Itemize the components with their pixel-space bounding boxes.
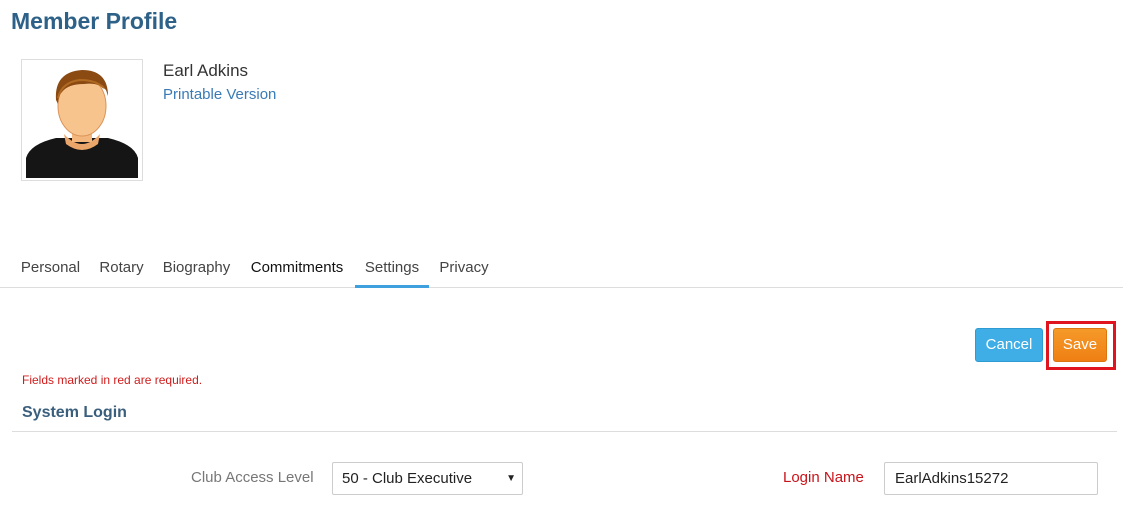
tab-commitments[interactable]: Commitments <box>241 250 353 288</box>
tab-privacy[interactable]: Privacy <box>431 250 497 288</box>
section-divider <box>12 431 1117 432</box>
required-fields-note: Fields marked in red are required. <box>22 373 203 387</box>
club-access-level-label: Club Access Level <box>191 469 314 486</box>
tab-biography[interactable]: Biography <box>154 250 239 288</box>
profile-tabs: Personal Rotary Biography Commitments Se… <box>0 250 1123 288</box>
login-name-label: Login Name <box>783 469 864 486</box>
dropdown-caret-icon: ▼ <box>506 473 516 484</box>
tab-personal[interactable]: Personal <box>12 250 89 288</box>
login-name-input[interactable] <box>884 462 1098 495</box>
save-button-highlight <box>1046 321 1116 370</box>
member-name: Earl Adkins <box>163 61 249 80</box>
club-access-level-select[interactable]: 50 - Club Executive ▼ <box>332 462 523 495</box>
club-access-level-value: 50 - Club Executive <box>342 470 473 487</box>
avatar <box>21 59 143 181</box>
page-title: Member Profile <box>11 8 178 34</box>
person-avatar-icon <box>26 70 138 178</box>
cancel-button[interactable]: Cancel <box>975 328 1043 362</box>
printable-version-link[interactable]: Printable Version <box>163 86 276 103</box>
section-title-system-login: System Login <box>22 404 127 421</box>
tab-settings[interactable]: Settings <box>355 250 429 288</box>
tab-rotary[interactable]: Rotary <box>91 250 152 288</box>
